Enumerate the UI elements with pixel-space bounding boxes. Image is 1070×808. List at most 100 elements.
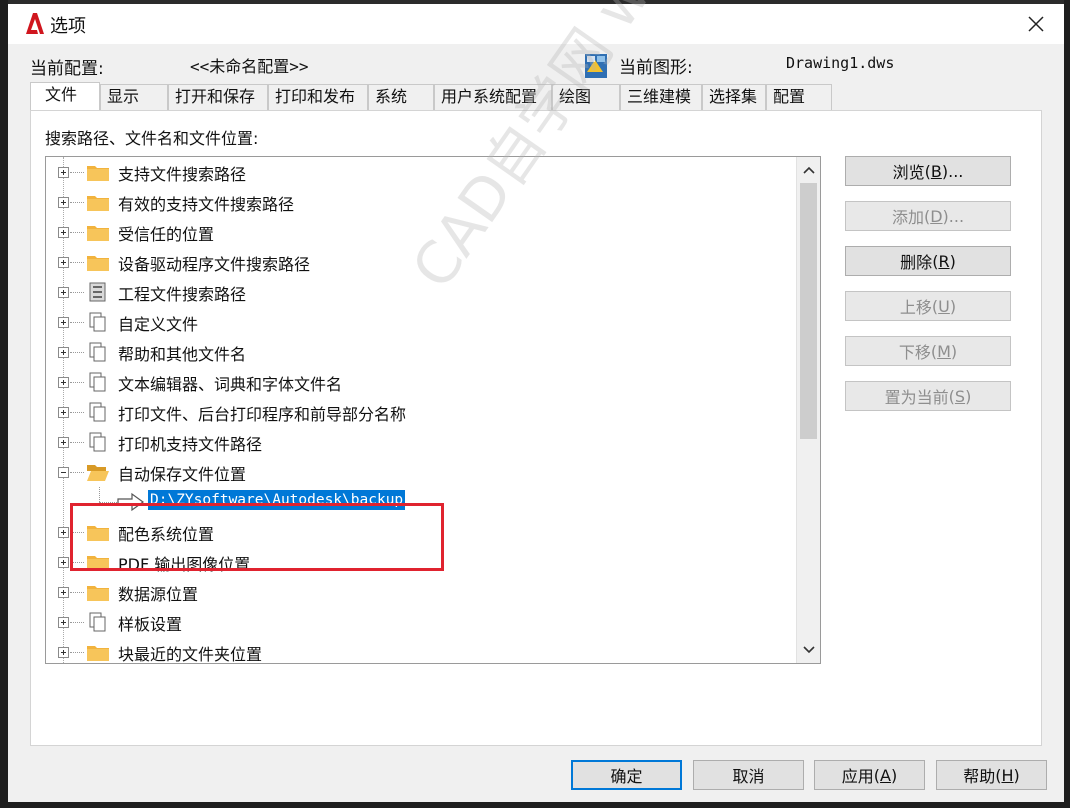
tree-item[interactable]: 打印文件、后台打印程序和前导部分名称: [46, 397, 796, 427]
scroll-thumb[interactable]: [800, 183, 817, 439]
set-current-label: 置为当前: [884, 388, 949, 407]
move-up-button[interactable]: 上移(U): [845, 291, 1011, 321]
expand-icon[interactable]: [58, 437, 69, 448]
search-path-tree[interactable]: 支持文件搜索路径 有效的支持文件搜索路径 受信任的位置 设备驱动程序文件搜索路径: [45, 156, 821, 664]
tree-connector: [70, 292, 84, 293]
move-down-label: 下移: [898, 343, 931, 362]
expand-icon[interactable]: [58, 197, 69, 208]
files-icon: [89, 402, 106, 422]
tree-connector: [70, 232, 84, 233]
folder-icon: [87, 256, 109, 271]
expand-icon[interactable]: [58, 527, 69, 538]
add-key: D: [930, 206, 943, 226]
tree-item[interactable]: 支持文件搜索路径: [46, 157, 796, 187]
tree-item[interactable]: 有效的支持文件搜索路径: [46, 187, 796, 217]
ok-button[interactable]: 确定: [571, 760, 682, 790]
tree-item-label: 工程文件搜索路径: [118, 285, 247, 304]
move-down-key: M: [937, 341, 951, 361]
tree-item-label: 自动保存文件位置: [118, 465, 247, 484]
expand-icon[interactable]: [58, 167, 69, 178]
expand-icon[interactable]: [58, 317, 69, 328]
apply-label: 应用: [841, 767, 874, 786]
apply-key: A: [880, 765, 891, 785]
tree-scrollbar[interactable]: [796, 157, 820, 663]
set-current-button[interactable]: 置为当前(S): [845, 381, 1011, 411]
cabinet-icon: [89, 282, 106, 302]
move-down-button[interactable]: 下移(M): [845, 336, 1011, 366]
close-button[interactable]: [1016, 8, 1056, 40]
window-frame-left: [0, 0, 8, 808]
scroll-up-button[interactable]: [797, 159, 820, 181]
tree-item-label: 支持文件搜索路径: [118, 165, 247, 184]
tab-selection[interactable]: 选择集: [702, 84, 766, 110]
browse-suffix: ...: [948, 161, 964, 181]
expand-icon[interactable]: [58, 287, 69, 298]
current-profile-value: <<未命名配置>>: [190, 57, 309, 76]
tree-item[interactable]: 块最近的文件夹位置: [46, 637, 796, 664]
tree-item[interactable]: 设备驱动程序文件搜索路径: [46, 247, 796, 277]
title-bar[interactable]: 选项: [8, 4, 1064, 44]
files-icon: [89, 372, 106, 392]
tree-item-label: 块最近的文件夹位置: [118, 645, 263, 664]
add-button[interactable]: 添加(D)...: [845, 201, 1011, 231]
remove-button[interactable]: 删除(R): [845, 246, 1011, 276]
tree-item[interactable]: 工程文件搜索路径: [46, 277, 796, 307]
close-icon: [1028, 16, 1044, 32]
tree-item[interactable]: 数据源位置: [46, 577, 796, 607]
tree-item-autosave[interactable]: 自动保存文件位置: [46, 457, 796, 487]
browse-key: B: [930, 161, 942, 181]
chevron-down-icon: [803, 646, 815, 654]
tab-user-preferences[interactable]: 用户系统配置: [434, 84, 552, 110]
apply-button[interactable]: 应用(A): [814, 760, 925, 790]
tree-item[interactable]: 文本编辑器、词典和字体文件名: [46, 367, 796, 397]
tree-connector: [70, 262, 84, 263]
expand-icon[interactable]: [58, 557, 69, 568]
tab-display[interactable]: 显示: [100, 84, 168, 110]
tab-3d-modeling[interactable]: 三维建模: [620, 84, 702, 110]
tree-connector: [70, 352, 84, 353]
tree-connector: [70, 322, 84, 323]
tab-profiles[interactable]: 配置: [766, 84, 832, 110]
expand-icon[interactable]: [58, 257, 69, 268]
expand-icon[interactable]: [58, 587, 69, 598]
tree-item-label: 帮助和其他文件名: [118, 345, 247, 364]
cancel-button[interactable]: 取消: [693, 760, 804, 790]
scroll-down-button[interactable]: [797, 639, 820, 661]
tree-item[interactable]: 样板设置: [46, 607, 796, 637]
move-up-label: 上移: [899, 298, 932, 317]
expand-icon[interactable]: [58, 647, 69, 658]
remove-label: 删除: [900, 253, 933, 272]
help-button[interactable]: 帮助(H): [936, 760, 1047, 790]
help-label: 帮助: [963, 767, 996, 786]
tab-files[interactable]: 文件: [30, 82, 100, 111]
set-current-key: S: [954, 386, 966, 406]
expand-icon[interactable]: [58, 377, 69, 388]
window-title: 选项: [50, 16, 86, 37]
tree-item[interactable]: 自定义文件: [46, 307, 796, 337]
current-drawing-label: 当前图形:: [619, 58, 693, 78]
expand-icon[interactable]: [58, 347, 69, 358]
files-icon: [89, 612, 106, 632]
tree-item[interactable]: 打印机支持文件路径: [46, 427, 796, 457]
tree-item[interactable]: 帮助和其他文件名: [46, 337, 796, 367]
collapse-icon[interactable]: [58, 467, 69, 478]
tree-connector: [70, 202, 84, 203]
tree-item-label: 设备驱动程序文件搜索路径: [118, 255, 311, 274]
tab-system[interactable]: 系统: [368, 84, 434, 110]
remove-key: R: [938, 251, 950, 271]
tree-item-label: 打印文件、后台打印程序和前导部分名称: [118, 405, 407, 424]
tab-open-save[interactable]: 打开和保存: [168, 84, 268, 110]
tree-connector: [70, 382, 84, 383]
tab-plot-publish[interactable]: 打印和发布: [268, 84, 368, 110]
tree-connector: [70, 412, 84, 413]
browse-label: 浏览: [892, 163, 925, 182]
expand-icon[interactable]: [58, 407, 69, 418]
tab-drafting[interactable]: 绘图: [552, 84, 620, 110]
tree-item[interactable]: 受信任的位置: [46, 217, 796, 247]
expand-icon[interactable]: [58, 617, 69, 628]
add-label: 添加: [891, 208, 924, 227]
tree-item-label: 数据源位置: [118, 585, 199, 604]
browse-button[interactable]: 浏览(B)...: [845, 156, 1011, 186]
expand-icon[interactable]: [58, 227, 69, 238]
options-dialog: 选项 当前配置: <<未命名配置>> 当前图形: Drawing1.dws 文件…: [8, 0, 1064, 802]
